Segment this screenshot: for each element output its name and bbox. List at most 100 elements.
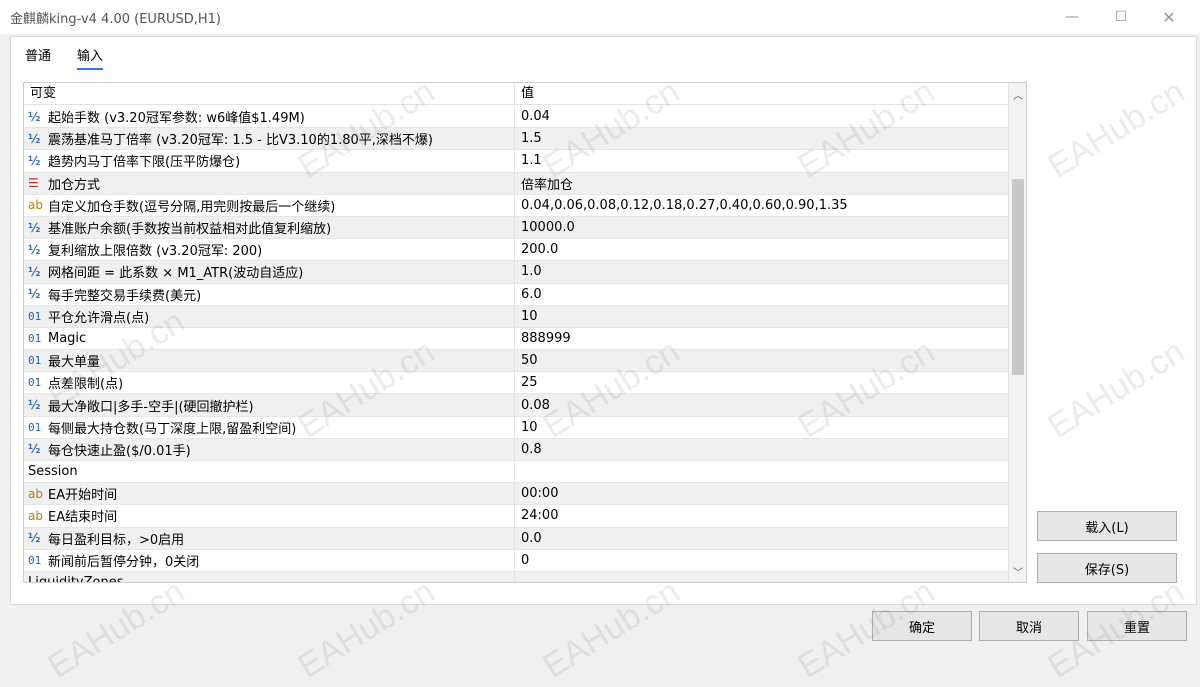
window-title: 金麒麟king-v4 4.00 (EURUSD,H1) — [10, 11, 222, 27]
param-name-cell: ½ 趋势内马丁倍率下限(压平防爆仓) — [24, 150, 515, 172]
table-row[interactable]: ☰ 加仓方式 倍率加仓 — [24, 172, 1008, 195]
table-row[interactable]: ½ 起始手数 (v3.20冠军参数: w6峰值$1.49M) 0.04 — [24, 106, 1008, 129]
string-value-icon: ab — [28, 508, 43, 523]
table-row[interactable]: ab EA开始时间 00:00 — [24, 483, 1008, 506]
scroll-down-icon[interactable]: ﹀ — [1009, 562, 1026, 580]
param-name-cell: 01 每侧最大持仓数(马丁深度上限,留盈利空间) — [24, 416, 515, 438]
param-name-label: 最大净敞口|多手-空手|(硬回撤护栏) — [48, 399, 254, 415]
header-value[interactable]: 值 — [515, 83, 1008, 105]
table-row[interactable]: Session — [24, 461, 1008, 484]
table-row[interactable]: ½ 基准账户余额(手数按当前权益相对此值复利缩放) 10000.0 — [24, 216, 1008, 240]
scroll-up-icon[interactable]: ︿ — [1009, 85, 1026, 103]
param-name-cell: ½ 震荡基准马丁倍率 (v3.20冠军: 1.5 - 比V3.10的1.80平,深… — [24, 128, 515, 150]
param-value-cell[interactable]: 1.1 — [515, 150, 1008, 171]
param-value-cell[interactable]: 1.0 — [515, 261, 1008, 282]
param-name-cell: ½ 基准账户余额(手数按当前权益相对此值复利缩放) — [24, 216, 515, 239]
table-row[interactable]: LiquidityZones — [24, 571, 1008, 582]
param-name-cell: 01 最大单量 — [24, 350, 515, 372]
param-value-cell[interactable]: 0.04,0.06,0.08,0.12,0.18,0.27,0.40,0.60,… — [515, 195, 1008, 216]
param-name-cell: LiquidityZones — [24, 571, 515, 582]
param-value-cell[interactable]: 0 — [515, 550, 1008, 571]
param-name-label: 每手完整交易手续费(美元) — [48, 288, 202, 304]
param-name-cell: ½ 每仓快速止盈($/0.01手) — [24, 438, 515, 460]
param-name-label: 每仓快速止盈($/0.01手) — [48, 443, 191, 459]
param-name-label: 起始手数 (v3.20冠军参数: w6峰值$1.49M) — [48, 111, 305, 127]
double-value-icon: ½ — [28, 131, 41, 146]
param-value-cell[interactable]: 倍率加仓 — [515, 173, 1008, 194]
reset-button[interactable]: 重置 — [1087, 611, 1187, 641]
double-value-icon: ½ — [28, 242, 41, 257]
param-value-cell[interactable]: 0.08 — [515, 394, 1008, 415]
integer-value-icon: 01 — [28, 309, 42, 323]
table-row[interactable]: ½ 趋势内马丁倍率下限(压平防爆仓) 1.1 — [24, 150, 1008, 173]
param-value-cell[interactable]: 888999 — [515, 328, 1008, 349]
param-name-cell: ½ 最大净敞口|多手-空手|(硬回撤护栏) — [24, 394, 515, 416]
integer-value-icon: 01 — [28, 354, 42, 368]
double-value-icon: ½ — [28, 153, 41, 168]
param-name-cell: ½ 复利缩放上限倍数 (v3.20冠军: 200) — [24, 239, 515, 261]
param-name-label: 复利缩放上限倍数 (v3.20冠军: 200) — [48, 244, 263, 260]
double-value-icon: ½ — [28, 220, 41, 235]
double-value-icon: ½ — [28, 531, 41, 546]
param-name-label: Magic — [48, 330, 87, 346]
scroll-thumb[interactable] — [1012, 179, 1024, 375]
param-value-cell[interactable]: 10 — [515, 417, 1008, 438]
param-name-cell: Session — [24, 461, 515, 483]
ok-button[interactable]: 确定 — [872, 611, 972, 641]
table-row[interactable]: ab EA结束时间 24:00 — [24, 505, 1008, 528]
table-row[interactable]: ½ 复利缩放上限倍数 (v3.20冠军: 200) 200.0 — [24, 239, 1008, 262]
table-row[interactable]: 01 平仓允许滑点(点) 10 — [24, 305, 1008, 328]
table-row[interactable]: ½ 最大净敞口|多手-空手|(硬回撤护栏) 0.08 — [24, 394, 1008, 417]
table-row[interactable]: ½ 震荡基准马丁倍率 (v3.20冠军: 1.5 - 比V3.10的1.80平,深… — [24, 128, 1008, 151]
table-row[interactable]: ab 自定义加仓手数(逗号分隔,用完则按最后一个继续) 0.04,0.06,0.08… — [24, 194, 1008, 217]
table-row[interactable]: ½ 每仓快速止盈($/0.01手) 0.8 — [24, 438, 1008, 461]
param-name-cell: ½ 网格间距 = 此系数 × M1_ATR(波动自适应) — [24, 261, 515, 283]
param-value-cell[interactable]: 0.0 — [515, 528, 1008, 549]
string-value-icon: ab — [28, 198, 43, 213]
double-value-icon: ½ — [28, 287, 41, 302]
load-button[interactable]: 载入(L) — [1037, 511, 1177, 541]
param-name-label: 趋势内马丁倍率下限(压平防爆仓) — [48, 155, 241, 171]
param-name-label: 基准账户余额(手数按当前权益相对此值复利缩放) — [48, 222, 332, 238]
table-row[interactable]: 01 最大单量 50 — [24, 350, 1008, 373]
table-row[interactable]: 01 每侧最大持仓数(马丁深度上限,留盈利空间) 10 — [24, 416, 1008, 439]
tab-inputs[interactable]: 输入 — [77, 45, 104, 70]
param-value-cell[interactable]: 00:00 — [515, 483, 1008, 504]
param-value-cell[interactable]: 0.8 — [515, 439, 1008, 460]
table-row[interactable]: 01 Magic 888999 — [24, 327, 1008, 351]
dialog-panel: 普通 输入 可变 值 ½ 起始手数 (v3.20冠军参数: w6峰值$1.49M)… — [10, 36, 1197, 605]
table-row[interactable]: ½ 每手完整交易手续费(美元) 6.0 — [24, 283, 1008, 306]
param-value-cell[interactable]: 1.5 — [515, 128, 1008, 149]
param-name-label: 平仓允许滑点(点) — [48, 310, 150, 326]
table-row[interactable]: ½ 每日盈利目标，>0启用 0.0 — [24, 527, 1008, 550]
double-value-icon: ½ — [28, 109, 41, 124]
param-value-cell[interactable]: 6.0 — [515, 284, 1008, 305]
param-value-cell[interactable] — [515, 572, 1008, 582]
param-value-cell[interactable]: 25 — [515, 372, 1008, 393]
cancel-button[interactable]: 取消 — [979, 611, 1079, 641]
param-name-cell: 01 点差限制(点) — [24, 372, 515, 394]
grid-rows: ½ 起始手数 (v3.20冠军参数: w6峰值$1.49M) 0.04 ½ 震荡基准马丁… — [24, 106, 1008, 582]
header-variable[interactable]: 可变 — [24, 83, 515, 105]
param-name-label: 加仓方式 — [48, 177, 101, 193]
vertical-scrollbar[interactable]: ︿ ﹀ — [1008, 83, 1026, 582]
param-value-cell[interactable]: 24:00 — [515, 505, 1008, 526]
param-name-cell: ½ 每日盈利目标，>0启用 — [24, 527, 515, 549]
minimize-icon[interactable]: — — [1049, 0, 1095, 34]
param-value-cell[interactable]: 10 — [515, 306, 1008, 327]
table-row[interactable]: 01 新闻前后暂停分钟，0关闭 0 — [24, 549, 1008, 572]
table-row[interactable]: 01 点差限制(点) 25 — [24, 372, 1008, 395]
tab-general[interactable]: 普通 — [25, 45, 51, 70]
param-value-cell[interactable]: 50 — [515, 350, 1008, 371]
double-value-icon: ½ — [28, 264, 41, 279]
param-value-cell[interactable]: 10000.0 — [515, 217, 1008, 238]
param-value-cell[interactable]: 200.0 — [515, 239, 1008, 260]
close-icon[interactable]: ✕ — [1146, 0, 1192, 34]
integer-value-icon: 01 — [28, 331, 42, 345]
param-value-cell[interactable] — [515, 461, 1008, 482]
param-name-cell: 01 平仓允许滑点(点) — [24, 305, 515, 327]
save-button[interactable]: 保存(S) — [1037, 553, 1177, 583]
param-value-cell[interactable]: 0.04 — [515, 106, 1008, 127]
table-row[interactable]: ½ 网格间距 = 此系数 × M1_ATR(波动自适应) 1.0 — [24, 261, 1008, 284]
maximize-icon[interactable]: ☐ — [1098, 0, 1144, 34]
